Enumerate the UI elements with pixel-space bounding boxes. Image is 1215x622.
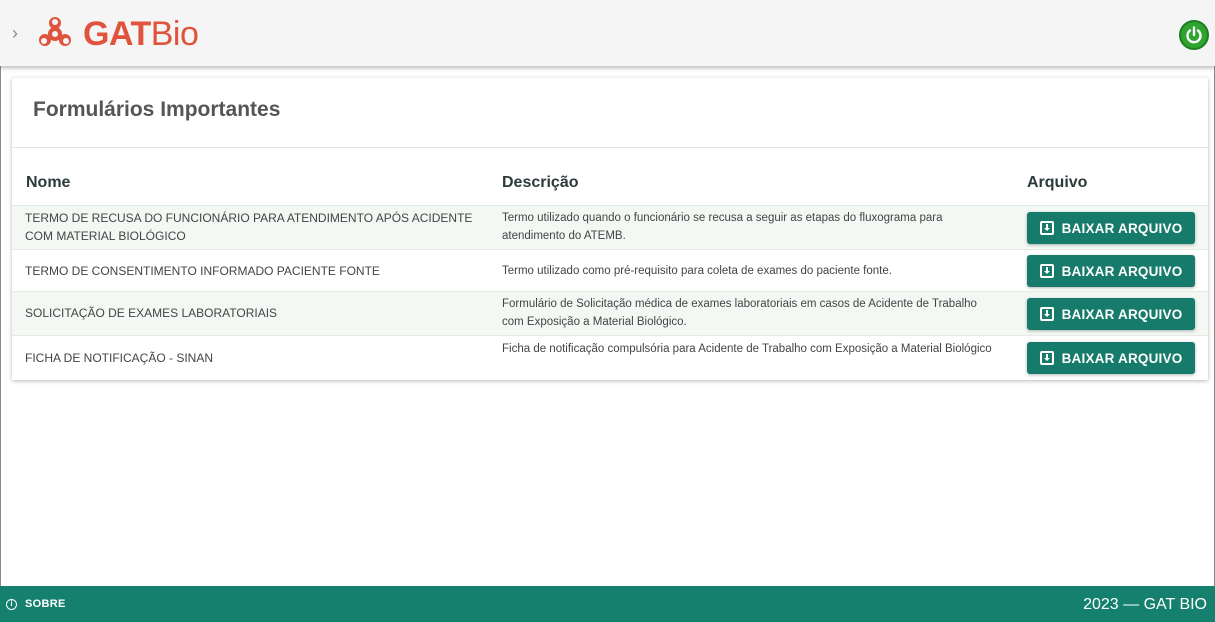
download-button[interactable]: BAIXAR ARQUIVO xyxy=(1027,255,1195,287)
footer: i SOBRE 2023 — GAT BIO xyxy=(0,586,1215,622)
download-button-label: BAIXAR ARQUIVO xyxy=(1061,263,1183,279)
download-button[interactable]: BAIXAR ARQUIVO xyxy=(1027,212,1195,244)
form-name: SOLICITAÇÃO DE EXAMES LABORATORIAIS xyxy=(25,306,278,320)
brand-name: GATBio xyxy=(83,14,199,54)
download-button[interactable]: BAIXAR ARQUIVO xyxy=(1027,298,1195,330)
download-button-label: BAIXAR ARQUIVO xyxy=(1061,306,1183,322)
copyright: 2023 — GAT BIO xyxy=(1083,596,1207,613)
about-link[interactable]: i SOBRE xyxy=(6,598,66,610)
about-label: SOBRE xyxy=(25,598,66,610)
chevron-right-icon[interactable]: › xyxy=(12,22,26,44)
form-description: Formulário de Solicitação médica de exam… xyxy=(502,298,977,328)
biohazard-logo xyxy=(39,17,71,46)
page-title: Formulários Importantes xyxy=(33,98,281,121)
logout-button[interactable] xyxy=(1179,20,1209,50)
brand[interactable]: GATBio xyxy=(37,14,199,54)
download-button-label: BAIXAR ARQUIVO xyxy=(1061,350,1183,366)
form-description: Termo utilizado como pré-requisito para … xyxy=(502,265,892,277)
column-header-description: Descrição xyxy=(502,174,579,191)
form-description: Termo utilizado quando o funcionário se … xyxy=(502,212,943,242)
power-icon xyxy=(1186,26,1202,44)
download-icon xyxy=(1039,307,1054,321)
info-icon: i xyxy=(6,598,17,610)
brand-name-light: Bio xyxy=(150,15,199,53)
form-description: Ficha de notificação compulsória para Ac… xyxy=(502,343,992,355)
download-icon xyxy=(1039,264,1054,278)
form-name: TERMO DE CONSENTIMENTO INFORMADO PACIENT… xyxy=(25,264,380,278)
brand-name-strong: GAT xyxy=(83,15,151,53)
top-app-bar: › GATBio xyxy=(0,0,1215,66)
table-row: TERMO DE CONSENTIMENTO INFORMADO PACIENT… xyxy=(12,249,1208,291)
download-icon xyxy=(1039,351,1054,365)
table-row: FICHA DE NOTIFICAÇÃO - SINAN Ficha de no… xyxy=(12,335,1208,380)
column-header-name: Nome xyxy=(26,174,71,191)
forms-card: Formulários Importantes Nome Descrição A… xyxy=(12,78,1208,380)
card-header: Formulários Importantes xyxy=(12,78,1208,148)
download-button-label: BAIXAR ARQUIVO xyxy=(1061,220,1183,236)
form-name: FICHA DE NOTIFICAÇÃO - SINAN xyxy=(25,351,214,365)
download-icon xyxy=(1039,221,1054,235)
table-row: SOLICITAÇÃO DE EXAMES LABORATORIAIS Form… xyxy=(12,291,1208,335)
table-row: TERMO DE RECUSA DO FUNCIONÁRIO PARA ATEN… xyxy=(12,205,1208,249)
form-name: TERMO DE RECUSA DO FUNCIONÁRIO PARA ATEN… xyxy=(25,211,473,243)
column-header-file: Arquivo xyxy=(1027,174,1088,191)
download-button[interactable]: BAIXAR ARQUIVO xyxy=(1027,342,1195,374)
